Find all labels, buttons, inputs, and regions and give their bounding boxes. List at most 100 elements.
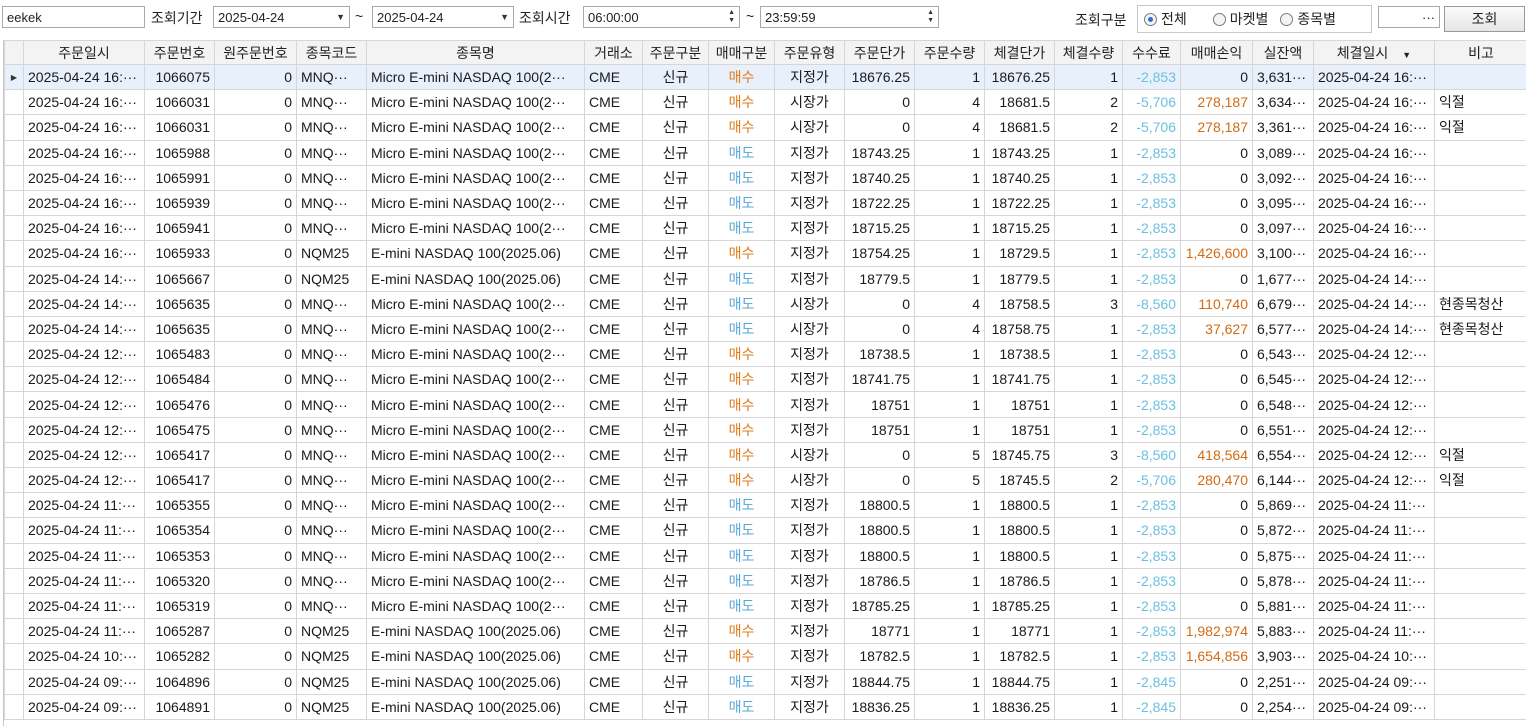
col-header[interactable]: 주문구분 [642, 40, 709, 65]
side-cell: 매도 [708, 668, 775, 695]
table-row[interactable]: 2025-04-24 16:··· 1065941 0 MNQ··· Micro E-m… [4, 215, 1526, 242]
row-indicator[interactable] [4, 567, 24, 594]
table-row[interactable]: 2025-04-24 14:··· 1065667 0 NQM25 E-mini NAS… [4, 265, 1526, 292]
row-indicator[interactable] [4, 466, 24, 494]
table-row[interactable]: 2025-04-24 09:··· 1064891 0 NQM25 E-mini NAS… [4, 693, 1526, 720]
table-row[interactable]: 2025-04-24 12:··· 1065476 0 MNQ··· Micro E-m… [4, 391, 1526, 418]
row-indicator[interactable] [4, 668, 24, 695]
row-indicator[interactable] [4, 290, 24, 317]
row-indicator[interactable] [4, 618, 24, 645]
fill-qty-cell: 1 [1054, 391, 1123, 418]
table-row[interactable]: 2025-04-24 12:··· 1065417 0 MNQ··· Micro E-m… [4, 466, 1526, 494]
table-row[interactable]: 2025-04-24 16:··· 1066031 0 MNQ··· Micro E-m… [4, 89, 1526, 116]
radio-unchecked-icon[interactable] [1280, 12, 1294, 26]
time-to-input[interactable]: 23:59:59 ▲ ▼ [760, 6, 939, 28]
row-indicator[interactable] [4, 315, 24, 343]
col-header[interactable]: 수수료 [1122, 40, 1181, 65]
row-indicator[interactable] [4, 164, 24, 191]
col-header[interactable]: 주문유형 [774, 40, 845, 65]
radio-by-market[interactable]: 마켓별 [1212, 9, 1268, 29]
spin-arrows-icon[interactable]: ▲ ▼ [728, 9, 735, 25]
symbol-code-cell: MNQ··· [296, 189, 367, 217]
dropdown-arrow-icon[interactable]: ▼ [336, 12, 345, 22]
col-header[interactable]: 주문일시 [23, 40, 145, 65]
order-kind-cell: 신규 [642, 643, 709, 670]
fee-cell: -8,560 [1122, 290, 1181, 317]
col-header[interactable]: 실잔액 [1252, 40, 1314, 65]
row-indicator[interactable] [4, 341, 24, 368]
order-type-cell: 지정가 [774, 139, 845, 166]
col-header-sorted[interactable]: 체결일시 ▼ [1313, 40, 1435, 65]
row-indicator[interactable] [4, 189, 24, 217]
radio-all[interactable]: 전체 [1144, 9, 1187, 29]
extra-filter-input[interactable]: ··· [1378, 6, 1440, 28]
row-indicator[interactable] [4, 139, 24, 166]
row-indicator[interactable] [4, 114, 24, 141]
table-row[interactable]: 2025-04-24 11:··· 1065355 0 MNQ··· Micro E-m… [4, 492, 1526, 519]
table-row[interactable]: 2025-04-24 16:··· 1065991 0 MNQ··· Micro E-m… [4, 164, 1526, 191]
spin-arrows-icon[interactable]: ▲ ▼ [927, 9, 934, 25]
fee-cell: -2,853 [1122, 643, 1181, 670]
col-header[interactable]: 종목코드 [296, 40, 367, 65]
row-indicator[interactable] [4, 366, 24, 393]
date-to-picker[interactable]: 2025-04-24 ▼ [372, 6, 514, 28]
col-header[interactable]: 원주문번호 [214, 40, 297, 65]
row-indicator[interactable] [4, 542, 24, 569]
order-qty-cell: 1 [914, 366, 985, 393]
table-row[interactable]: 2025-04-24 16:··· 1066031 0 MNQ··· Micro E-m… [4, 114, 1526, 141]
table-row[interactable]: 2025-04-24 12:··· 1065417 0 MNQ··· Micro E-m… [4, 441, 1526, 469]
account-input[interactable]: eekek [2, 6, 145, 28]
search-button[interactable]: 조회 [1444, 6, 1525, 32]
col-header[interactable]: 주문번호 [144, 40, 215, 65]
radio-unchecked-icon[interactable] [1212, 12, 1226, 26]
row-indicator[interactable] [4, 416, 24, 443]
table-row[interactable]: 2025-04-24 14:··· 1065635 0 MNQ··· Micro E-m… [4, 290, 1526, 317]
table-row[interactable]: 2025-04-24 11:··· 1065287 0 NQM25 E-mini NAS… [4, 618, 1526, 645]
table-row[interactable]: 2025-04-24 12:··· 1065475 0 MNQ··· Micro E-m… [4, 416, 1526, 443]
table-row[interactable]: 2025-04-24 11:··· 1065354 0 MNQ··· Micro E-m… [4, 517, 1526, 544]
col-header[interactable]: 체결수량 [1054, 40, 1123, 65]
table-row[interactable]: 2025-04-24 11:··· 1065353 0 MNQ··· Micro E-m… [4, 542, 1526, 569]
row-indicator[interactable] [4, 240, 24, 267]
radio-checked-icon[interactable] [1144, 12, 1157, 26]
row-indicator[interactable] [4, 592, 24, 620]
row-indicator[interactable] [4, 441, 24, 469]
order-type-cell: 시장가 [774, 441, 845, 469]
fill-datetime-cell: 2025-04-24 14:··· [1313, 265, 1435, 292]
fill-qty-cell: 1 [1054, 139, 1123, 166]
table-row[interactable]: 2025-04-24 12:··· 1065484 0 MNQ··· Micro E-m… [4, 366, 1526, 393]
dropdown-arrow-icon[interactable]: ▼ [500, 12, 509, 22]
row-indicator[interactable] [4, 693, 24, 720]
row-indicator[interactable] [4, 89, 24, 116]
col-header[interactable]: 매매손익 [1180, 40, 1253, 65]
row-indicator[interactable] [4, 517, 24, 544]
current-row-indicator-icon[interactable]: ▶ [4, 63, 24, 91]
order-type-cell: 지정가 [774, 643, 845, 670]
col-header[interactable]: 매매구분 [708, 40, 775, 65]
table-row[interactable]: 2025-04-24 11:··· 1065320 0 MNQ··· Micro E-m… [4, 567, 1526, 594]
col-header[interactable]: 주문단가 [844, 40, 915, 65]
row-indicator[interactable] [4, 215, 24, 242]
radio-by-symbol[interactable]: 종목별 [1280, 9, 1336, 29]
table-row[interactable]: 2025-04-24 16:··· 1065939 0 MNQ··· Micro E-m… [4, 189, 1526, 217]
col-header[interactable]: 거래소 [584, 40, 643, 65]
more-button[interactable]: ··· [1422, 10, 1435, 25]
time-from-input[interactable]: 06:00:00 ▲ ▼ [583, 6, 740, 28]
table-row[interactable]: 2025-04-24 14:··· 1065635 0 MNQ··· Micro E-m… [4, 315, 1526, 343]
table-row[interactable]: ▶ 2025-04-24 16:··· 1066075 0 MNQ··· Micro E-… [4, 63, 1526, 91]
table-row[interactable]: 2025-04-24 09:··· 1064896 0 NQM25 E-mini NAS… [4, 668, 1526, 695]
col-header[interactable]: 종목명 [366, 40, 585, 65]
table-row[interactable]: 2025-04-24 12:··· 1065483 0 MNQ··· Micro E-m… [4, 341, 1526, 368]
col-header[interactable]: 비고 [1434, 40, 1526, 65]
table-row[interactable]: 2025-04-24 16:··· 1065988 0 MNQ··· Micro E-m… [4, 139, 1526, 166]
table-row[interactable]: 2025-04-24 10:··· 1065282 0 NQM25 E-mini NAS… [4, 643, 1526, 670]
col-header[interactable]: 체결단가 [984, 40, 1055, 65]
row-indicator[interactable] [4, 492, 24, 519]
row-indicator[interactable] [4, 643, 24, 670]
row-indicator[interactable] [4, 391, 24, 418]
col-header[interactable]: 주문수량 [914, 40, 985, 65]
date-from-picker[interactable]: 2025-04-24 ▼ [213, 6, 350, 28]
table-row[interactable]: 2025-04-24 16:··· 1065933 0 NQM25 E-mini NAS… [4, 240, 1526, 267]
row-indicator[interactable] [4, 265, 24, 292]
table-row[interactable]: 2025-04-24 11:··· 1065319 0 MNQ··· Micro E-m… [4, 592, 1526, 620]
